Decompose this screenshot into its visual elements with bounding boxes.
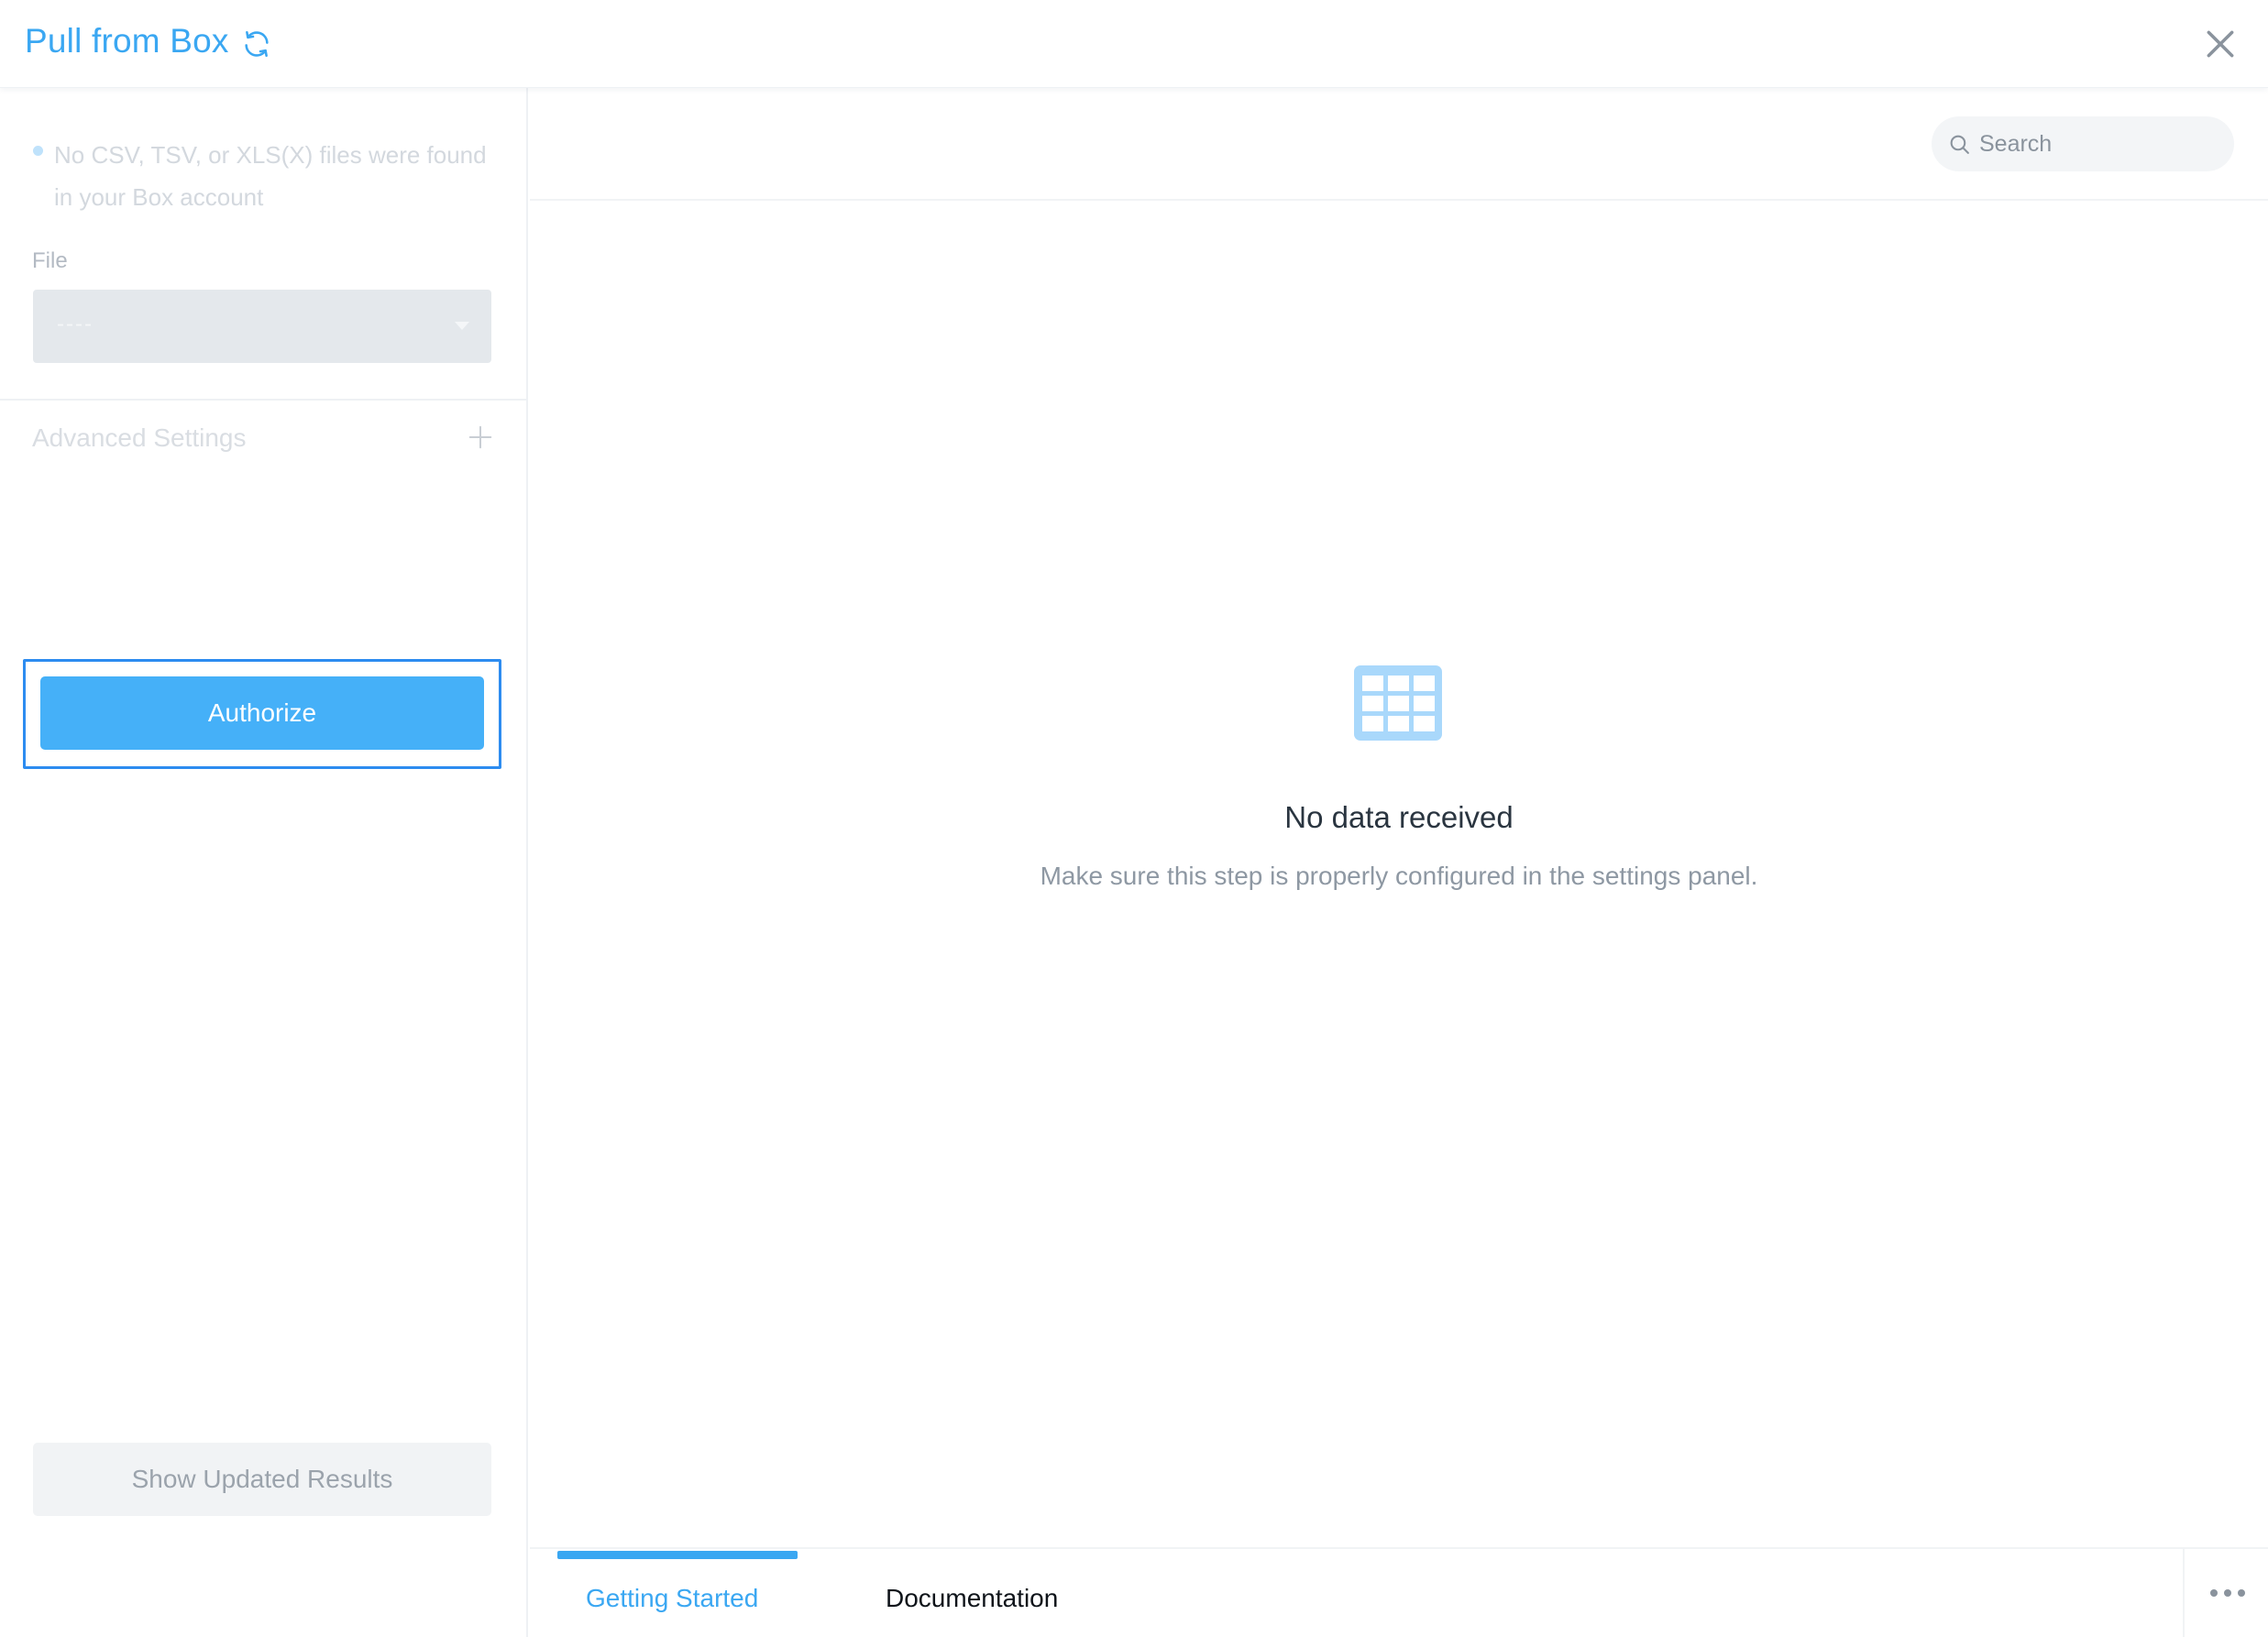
no-files-notice: No CSV, TSV, or XLS(X) files were found … bbox=[54, 141, 487, 211]
file-label: File bbox=[32, 248, 68, 273]
more-dots-icon bbox=[2238, 1589, 2245, 1597]
tab-documentation[interactable]: Documentation bbox=[886, 1584, 1058, 1613]
refresh-icon[interactable] bbox=[241, 28, 272, 60]
search-box[interactable] bbox=[1932, 116, 2234, 171]
file-select[interactable]: ---- bbox=[33, 290, 491, 363]
file-select-value: ---- bbox=[57, 312, 94, 336]
notice-bullet-icon bbox=[33, 146, 43, 156]
active-tab-indicator bbox=[557, 1551, 798, 1559]
tab-getting-started[interactable]: Getting Started bbox=[586, 1584, 758, 1613]
empty-state-subtitle: Make sure this step is properly configur… bbox=[1040, 862, 1758, 890]
more-dots-icon bbox=[2224, 1589, 2231, 1597]
search-icon bbox=[1950, 135, 1969, 154]
section-divider bbox=[0, 399, 528, 401]
dialog-title: Pull from Box bbox=[25, 22, 229, 60]
show-updated-results-button[interactable]: Show Updated Results bbox=[33, 1443, 491, 1516]
table-icon bbox=[1354, 665, 1442, 741]
chevron-down-icon bbox=[455, 322, 469, 330]
pull-from-box-dialog: Pull from Box No CSV, TSV, or XLS(X) fil… bbox=[0, 0, 2268, 1637]
advanced-settings-label[interactable]: Advanced Settings bbox=[32, 423, 247, 453]
settings-panel: No CSV, TSV, or XLS(X) files were found … bbox=[0, 88, 528, 1637]
dialog-header: Pull from Box bbox=[0, 0, 2268, 88]
authorize-button[interactable]: Authorize bbox=[40, 676, 484, 750]
empty-state-title: No data received bbox=[1284, 800, 1514, 834]
close-icon[interactable] bbox=[2203, 27, 2238, 61]
search-input[interactable] bbox=[1979, 116, 2218, 171]
expand-plus-icon[interactable] bbox=[467, 423, 494, 451]
more-dots-icon bbox=[2210, 1589, 2218, 1597]
bottom-tab-bar bbox=[530, 1547, 2268, 1637]
more-options-button[interactable] bbox=[2183, 1549, 2268, 1637]
